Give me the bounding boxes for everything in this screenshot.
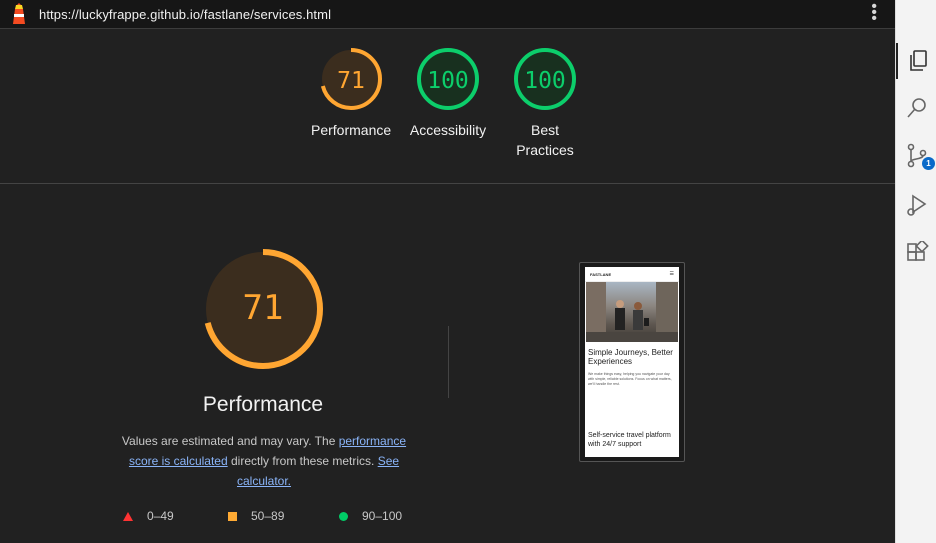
- vertical-divider: [448, 326, 449, 398]
- lighthouse-icon: [13, 3, 25, 24]
- score-value: 100: [427, 68, 469, 94]
- score-gauge-accessibility[interactable]: 100 Accessibility: [408, 46, 488, 140]
- gauge-ring: 100: [514, 48, 576, 110]
- phone-screen: FASTLANE ☰ Simple Journeys, Better Exper…: [585, 267, 679, 457]
- page-url[interactable]: https://luckyfrappe.github.io/fastlane/s…: [39, 7, 331, 22]
- square-icon: [228, 511, 237, 521]
- page-screenshot-preview[interactable]: FASTLANE ☰ Simple Journeys, Better Exper…: [579, 262, 685, 462]
- desc-text: Values are estimated and may vary. The: [121, 434, 339, 448]
- triangle-icon: [123, 511, 133, 521]
- source-control-badge: 1: [922, 157, 935, 170]
- run-debug-icon[interactable]: [896, 187, 936, 223]
- activity-bar: 1: [895, 0, 936, 543]
- performance-gauge: 71: [203, 249, 323, 369]
- legend-item: 0–49: [123, 509, 174, 523]
- preview-appbar: FASTLANE ☰: [585, 267, 679, 282]
- circle-icon: [339, 511, 348, 521]
- hero-photo: [586, 282, 678, 342]
- hamburger-icon: ☰: [669, 271, 674, 277]
- legend-range: 50–89: [251, 509, 285, 523]
- gauge-ring: 100: [417, 48, 479, 110]
- performance-title: Performance: [202, 393, 324, 416]
- legend-range: 0–49: [147, 509, 174, 523]
- search-icon[interactable]: [896, 90, 936, 126]
- score-gauge-best-practices[interactable]: 100 Best Practices: [505, 46, 585, 160]
- preview-subheading: Self-service travel platform with 24/7 s…: [588, 432, 671, 448]
- preview-heading: Simple Journeys, Better Experiences: [588, 348, 673, 366]
- score-summary: 71 Performance 100 Accessibility 100 Bes…: [0, 46, 895, 176]
- score-gauge-performance[interactable]: 71 Performance: [311, 46, 391, 140]
- legend-item: 50–89: [228, 509, 284, 523]
- more-vertical-icon[interactable]: • • •: [871, 0, 877, 27]
- people-walking-image: [586, 282, 678, 342]
- legend-item: 90–100: [339, 509, 402, 523]
- performance-description: Values are estimated and may vary. The p…: [108, 431, 420, 491]
- score-label: Performance: [311, 122, 392, 138]
- explorer-icon[interactable]: [896, 43, 936, 79]
- desc-text: directly from these metrics.: [227, 454, 378, 468]
- gauge-ring: 71: [320, 48, 382, 110]
- legend-range: 90–100: [362, 509, 403, 523]
- section-divider: [0, 183, 895, 184]
- preview-paragraph: We make things easy, helping you navigat…: [588, 372, 672, 386]
- performance-score: 71: [243, 288, 284, 328]
- score-label: Best Practices: [516, 122, 574, 158]
- score-label: Accessibility: [409, 122, 487, 138]
- address-bar: https://luckyfrappe.github.io/fastlane/s…: [0, 0, 895, 29]
- preview-brand: FASTLANE: [590, 271, 612, 277]
- extensions-icon[interactable]: [896, 235, 936, 271]
- score-value: 100: [524, 68, 566, 94]
- score-value: 71: [337, 68, 365, 94]
